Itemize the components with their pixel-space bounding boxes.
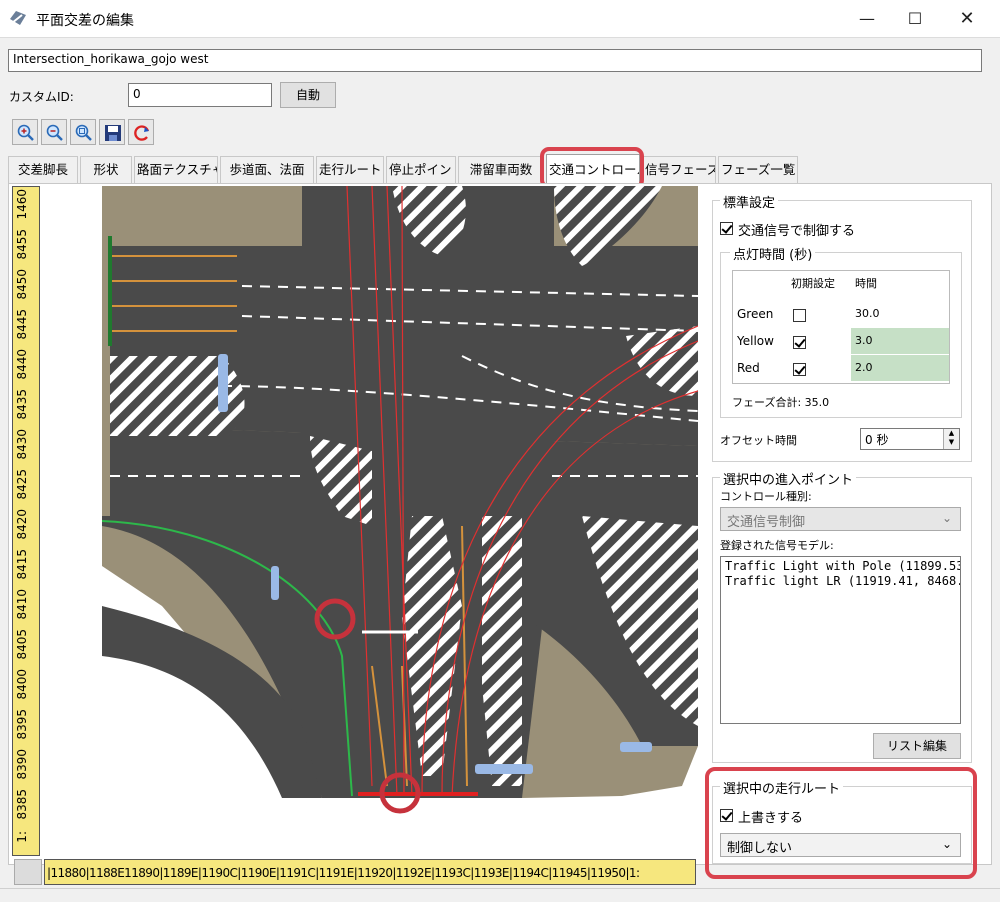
vertical-ruler[interactable]: 1460 8455 8450 8445 8440 8435 8430 8425 … [12, 186, 40, 856]
grid-row-yellow-label: Yellow [737, 334, 774, 348]
status-bar [0, 888, 1000, 902]
intersection-name-input[interactable]: Intersection_horikawa_gojo west [8, 49, 982, 72]
tab-phase-list[interactable]: フェーズ一覧 [718, 156, 798, 183]
close-button[interactable]: ✕ [944, 0, 990, 38]
tab-route[interactable]: 走行ルート [316, 156, 384, 183]
auto-button[interactable]: 自動 [280, 82, 336, 108]
grid-header-initial: 初期設定 [791, 277, 835, 290]
ruler-label: 1460 [15, 189, 29, 220]
offset-time-label: オフセット時間 [720, 434, 797, 447]
grid-row-red-label: Red [737, 361, 760, 375]
standard-settings-title: 標準設定 [720, 192, 779, 211]
tab-leg-length[interactable]: 交差脚長 [8, 156, 78, 183]
spin-arrows-icon[interactable]: ▲ ▼ [943, 429, 959, 449]
ruler-label: 8455 [15, 229, 29, 260]
title-bar: 平面交差の編集 — ☐ ✕ [0, 0, 1000, 38]
grid-header-time: 時間 [855, 277, 877, 290]
tab-queue-vehicles[interactable]: 滞留車両数 [458, 156, 544, 183]
phase-total-label: フェーズ合計: 35.0 [732, 396, 830, 409]
grid-row-green-time[interactable]: 30.0 [851, 301, 949, 327]
ruler-label: 1: [15, 831, 29, 843]
ruler-label: 8410 [15, 589, 29, 620]
ruler-label: |11880|1188E11890|1189E|1190C|1190E|1191… [47, 866, 640, 880]
lighting-time-grid[interactable]: 初期設定 時間 Green 30.0 Yellow 3.0 Red 2.0 [732, 270, 950, 384]
ruler-label: 8435 [15, 389, 29, 420]
list-item[interactable]: Traffic Light with Pole (11899.53, 8476 [725, 559, 960, 574]
grid-row-yellow-time[interactable]: 3.0 [851, 328, 949, 354]
route-highlight-frame [705, 767, 977, 879]
grid-row-green-checkbox[interactable] [793, 309, 806, 322]
app-icon [10, 11, 26, 25]
tab-signal-phase[interactable]: 信号フェーズ [642, 156, 716, 183]
chevron-down-icon: ⌄ [941, 511, 952, 525]
grid-row-red-checkbox[interactable] [793, 363, 806, 376]
ruler-label: 8450 [15, 269, 29, 300]
window-title: 平面交差の編集 [36, 13, 134, 29]
tab-road-texture[interactable]: 路面テクスチャ [134, 156, 218, 183]
grid-row-yellow-checkbox[interactable] [793, 336, 806, 349]
control-type-label: コントロール種別: [720, 490, 812, 503]
refresh-button[interactable] [128, 119, 154, 145]
ruler-label: 8415 [15, 549, 29, 580]
grid-row-green-label: Green [737, 307, 774, 321]
list-edit-button[interactable]: リスト編集 [873, 733, 961, 759]
tab-shape[interactable]: 形状 [80, 156, 132, 183]
minimize-button[interactable]: — [844, 0, 890, 38]
tab-stop-point[interactable]: 停止ポイント [386, 156, 456, 183]
offset-time-value: 0 秒 [865, 433, 889, 447]
lighting-time-title: 点灯時間 (秒) [730, 244, 816, 263]
zoom-in-icon [17, 124, 34, 141]
save-icon [105, 125, 121, 141]
ruler-label: 8420 [15, 509, 29, 540]
control-type-value: 交通信号制御 [727, 515, 806, 530]
signal-models-list[interactable]: Traffic Light with Pole (11899.53, 8476 … [720, 556, 961, 724]
refresh-icon [134, 125, 150, 141]
ruler-label: 8405 [15, 629, 29, 660]
zoom-fit-button[interactable] [70, 119, 96, 145]
intersection-map[interactable] [42, 186, 698, 858]
ruler-corner [14, 859, 42, 885]
ruler-label: 8430 [15, 429, 29, 460]
tab-sidewalk[interactable]: 歩道面、法面 [220, 156, 314, 183]
grid-row-red-time[interactable]: 2.0 [851, 355, 949, 381]
list-item[interactable]: Traffic light LR (11919.41, 8468.72)地点 [725, 574, 960, 589]
zoom-out-icon [46, 124, 63, 141]
custom-id-label: カスタムID: [9, 90, 74, 104]
zoom-in-button[interactable] [12, 119, 38, 145]
ruler-label: 8385 [15, 789, 29, 820]
zoom-out-button[interactable] [41, 119, 67, 145]
entry-point-title: 選択中の進入ポイント [720, 469, 857, 488]
maximize-button[interactable]: ☐ [892, 0, 938, 38]
offset-time-input[interactable]: 0 秒 ▲ ▼ [860, 428, 960, 450]
ruler-label: 8445 [15, 309, 29, 340]
signal-control-label: 交通信号で制御する [738, 224, 856, 239]
ruler-label: 8390 [15, 749, 29, 780]
signal-models-label: 登録された信号モデル: [720, 539, 834, 552]
control-type-select: 交通信号制御 ⌄ [720, 507, 961, 531]
horizontal-ruler[interactable]: |11880|1188E11890|1189E|1190C|1190E|1191… [44, 859, 696, 885]
custom-id-input[interactable]: 0 [128, 83, 272, 107]
ruler-label: 8395 [15, 709, 29, 740]
ruler-label: 8400 [15, 669, 29, 700]
signal-control-checkbox[interactable] [720, 222, 733, 235]
ruler-label: 8440 [15, 349, 29, 380]
ruler-label: 8425 [15, 469, 29, 500]
save-button[interactable] [99, 119, 125, 145]
zoom-fit-icon [75, 124, 92, 141]
